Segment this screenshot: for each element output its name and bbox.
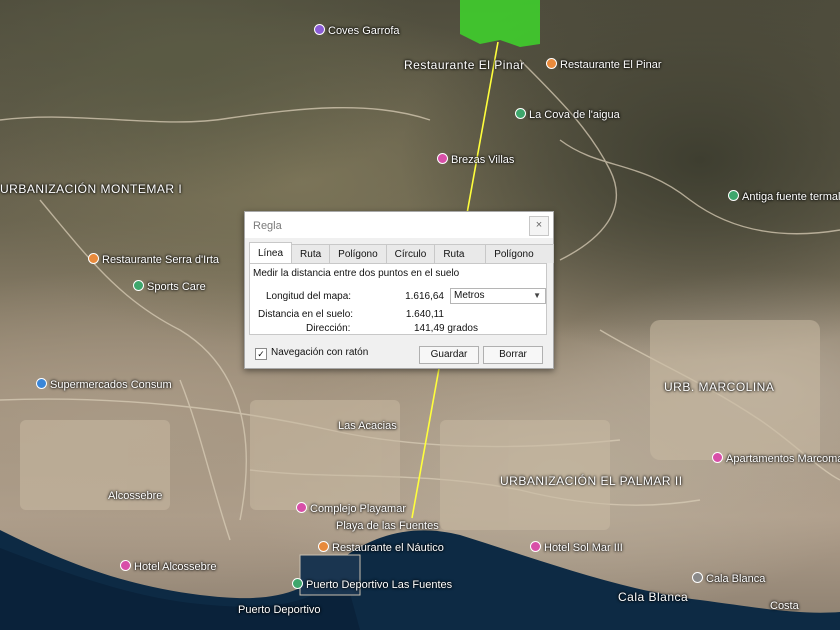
- tab-poligono-3d[interactable]: Polígono 3D: [485, 244, 554, 279]
- tab-ruta-3d[interactable]: Ruta 3D: [434, 244, 487, 279]
- grey-pin-icon: [692, 572, 703, 583]
- pink-pin-icon: [120, 560, 131, 571]
- heading-label: Dirección:: [306, 323, 351, 334]
- tab-circulo[interactable]: Círculo: [385, 244, 436, 263]
- map-label: URBANIZACIÓN MONTEMAR I: [0, 182, 183, 196]
- map-label[interactable]: Coves Garrofa: [314, 24, 400, 37]
- instruction-text: Medir la distancia entre dos puntos en e…: [253, 268, 460, 279]
- map-label[interactable]: Supermercados Consum: [36, 378, 172, 391]
- shop-icon: [36, 378, 47, 389]
- map-label: URB. MARCOLINA: [664, 380, 775, 394]
- map-label[interactable]: Brezas Villas: [437, 153, 514, 166]
- purple-pin-icon: [314, 24, 325, 35]
- map-label[interactable]: Apartamentos Marcomar C: [712, 452, 840, 465]
- map-label[interactable]: Restaurante El Pinar: [546, 58, 662, 71]
- restaurant-icon: [546, 58, 557, 69]
- green-pin-icon: [292, 578, 303, 589]
- map-label[interactable]: Hotel Alcossebre: [120, 560, 217, 573]
- mouse-navigation-checkbox[interactable]: ✓ Navegación con ratón: [255, 347, 368, 360]
- ground-distance-value: 1.640,11: [405, 309, 444, 320]
- units-select[interactable]: Metros ▼: [450, 288, 546, 304]
- tab-ruta[interactable]: Ruta: [291, 244, 331, 263]
- map-label[interactable]: Hotel Sol Mar III: [530, 541, 623, 554]
- chevron-down-icon: ▼: [533, 291, 541, 300]
- green-pin-icon: [728, 190, 739, 201]
- pink-pin-icon: [712, 452, 723, 463]
- close-icon[interactable]: ×: [529, 216, 549, 236]
- clear-button[interactable]: Borrar: [483, 346, 543, 364]
- pink-pin-icon: [437, 153, 448, 164]
- tab-panel: Medir la distancia entre dos puntos en e…: [249, 263, 547, 335]
- map-label[interactable]: Sports Care: [133, 280, 206, 293]
- tab-bar: Línea Ruta Polígono Círculo Ruta 3D Polí…: [249, 242, 554, 279]
- heading-value: 141,49 grados: [414, 323, 478, 334]
- green-pin-icon: [515, 108, 526, 119]
- map-length-value: 1.616,64: [405, 291, 444, 302]
- ruler-dialog: Regla × Línea Ruta Polígono Círculo Ruta…: [244, 211, 554, 369]
- map-length-label: Longitud del mapa:: [266, 291, 352, 302]
- map-label[interactable]: Complejo Playamar: [296, 502, 406, 515]
- pink-pin-icon: [530, 541, 541, 552]
- tab-poligono[interactable]: Polígono: [329, 244, 387, 263]
- map-label: Restaurante El Pinar: [404, 58, 525, 72]
- dialog-title: Regla: [253, 220, 282, 232]
- map-label: Alcossebre: [108, 490, 163, 502]
- units-value: Metros: [454, 290, 485, 301]
- map-label[interactable]: Antiga fuente termal: [728, 190, 840, 203]
- map-label[interactable]: Restaurante Serra d'Irta: [88, 253, 219, 266]
- tab-linea[interactable]: Línea: [249, 242, 293, 263]
- map-label[interactable]: Restaurante el Náutico: [318, 541, 444, 554]
- map-label: Las Acacias: [338, 420, 397, 432]
- map-label: Cala Blanca: [618, 590, 689, 604]
- restaurant-icon: [88, 253, 99, 264]
- ground-distance-label: Distancia en el suelo:: [258, 309, 354, 320]
- map-label: Playa de las Fuentes: [336, 520, 439, 532]
- map-label[interactable]: Cala Blanca: [692, 572, 765, 585]
- dialog-titlebar[interactable]: Regla ×: [245, 212, 553, 238]
- pink-pin-icon: [296, 502, 307, 513]
- map-label[interactable]: La Cova de l'aigua: [515, 108, 620, 121]
- mouse-navigation-label: Navegación con ratón: [271, 347, 369, 358]
- checkbox-check-icon[interactable]: ✓: [255, 348, 267, 360]
- restaurant-icon: [318, 541, 329, 552]
- map-label[interactable]: Puerto Deportivo Las Fuentes: [292, 578, 452, 591]
- map-label: Costa: [770, 600, 799, 612]
- map-label: URBANIZACIÓN EL PALMAR II: [500, 474, 683, 488]
- map-label: Puerto Deportivo: [238, 604, 321, 616]
- save-button[interactable]: Guardar: [419, 346, 479, 364]
- green-pin-icon: [133, 280, 144, 291]
